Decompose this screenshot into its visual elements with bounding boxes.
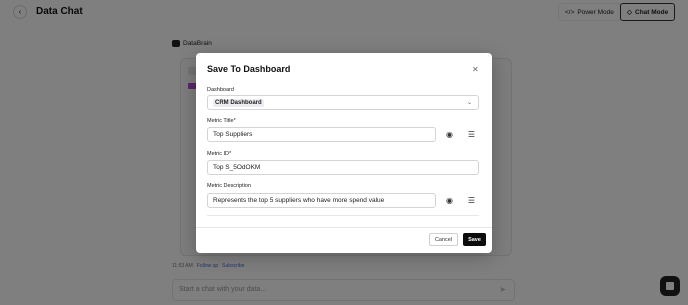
metric-description-label: Metric Description [207, 183, 252, 189]
metric-id-value: Top S_5OdOKM [213, 164, 261, 171]
footer-divider [196, 227, 492, 228]
eye-icon[interactable]: ◉ [444, 195, 455, 206]
metric-title-value: Top Suppliers [213, 131, 253, 138]
modal-title: Save To Dashboard [207, 64, 291, 74]
metric-description-value: Represents the top 5 suppliers who have … [213, 197, 385, 204]
metric-title-input[interactable]: Top Suppliers [207, 127, 436, 142]
save-button[interactable]: Save [463, 233, 486, 246]
cancel-button[interactable]: Cancel [429, 233, 458, 246]
metric-id-label: Metric ID* [207, 151, 232, 157]
chevron-down-icon: ⌄ [466, 100, 472, 106]
metric-title-label: Metric Title* [207, 118, 236, 124]
dashboard-tag: CRM Dashboard [213, 98, 264, 107]
list-filter-icon[interactable]: ☰ [466, 129, 477, 140]
divider [207, 215, 479, 216]
save-to-dashboard-modal: Save To Dashboard ✕ Dashboard CRM Dashbo… [196, 53, 492, 253]
list-filter-icon[interactable]: ☰ [466, 195, 477, 206]
close-icon[interactable]: ✕ [472, 65, 479, 74]
metric-description-input[interactable]: Represents the top 5 suppliers who have … [207, 193, 436, 208]
dashboard-select[interactable]: CRM Dashboard ⌄ [207, 95, 479, 110]
metric-id-input[interactable]: Top S_5OdOKM [207, 160, 479, 175]
dashboard-label: Dashboard [207, 87, 234, 93]
eye-icon[interactable]: ◉ [444, 129, 455, 140]
